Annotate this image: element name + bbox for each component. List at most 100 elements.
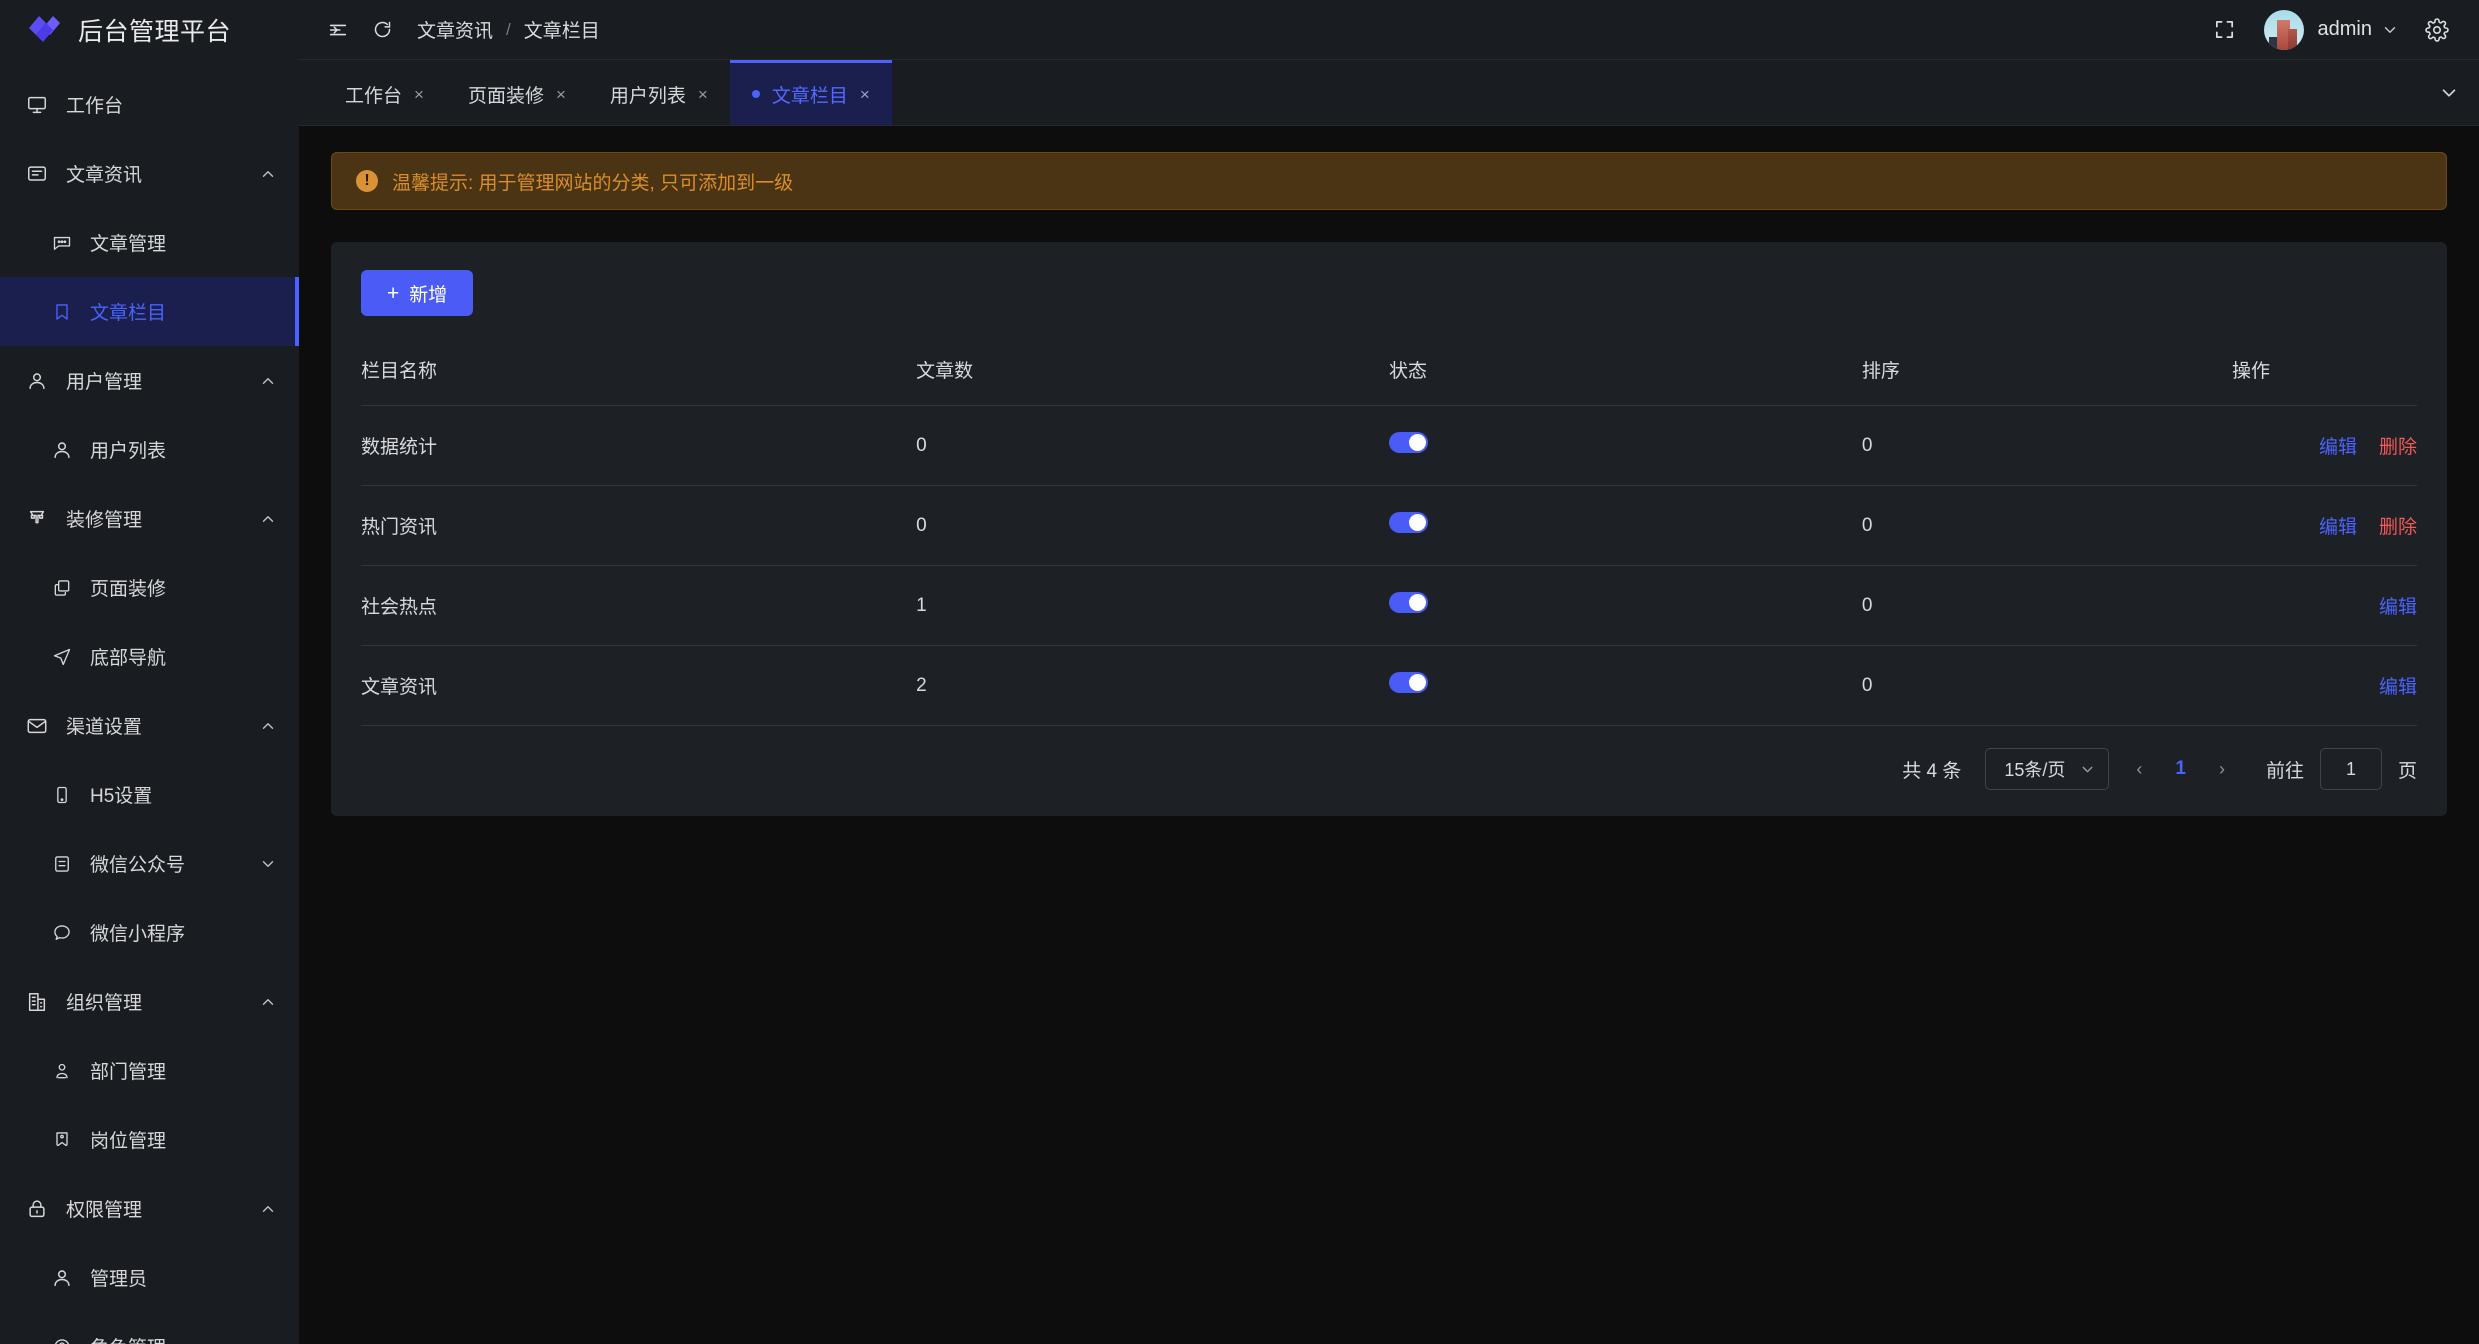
sidebar-item-12[interactable]: 微信小程序	[0, 898, 299, 967]
avatar[interactable]	[2263, 9, 2304, 50]
tab-2[interactable]: 用户列表 ×	[588, 60, 730, 125]
chevron-up-icon[interactable]	[259, 717, 277, 735]
tab-3[interactable]: 文章栏目 ×	[729, 60, 892, 125]
page-number-1[interactable]: 1	[2169, 758, 2192, 780]
column-header-order: 排序	[1861, 361, 1900, 382]
header-actions: admin	[2208, 9, 2453, 50]
chevron-down-icon[interactable]	[2419, 60, 2479, 125]
chevron-up-icon[interactable]	[259, 510, 277, 528]
status-toggle[interactable]	[1388, 672, 1428, 693]
tab-0[interactable]: 工作台 ×	[323, 60, 446, 125]
sidebar-item-label: 权限管理	[66, 1200, 143, 1221]
page-size-select[interactable]: 15条/页	[1985, 748, 2110, 790]
cell-count: 0	[916, 485, 1389, 566]
tab-close-icon[interactable]: ×	[860, 86, 870, 103]
message-square-icon	[24, 161, 50, 187]
cell-count: 1	[916, 565, 1389, 646]
status-toggle[interactable]	[1388, 592, 1428, 613]
cell-status	[1388, 645, 1862, 725]
tab-close-icon[interactable]: ×	[698, 86, 708, 103]
sidebar-item-label: H5设置	[90, 786, 153, 807]
goto-label: 前往	[2265, 760, 2304, 782]
sidebar-item-18[interactable]: 角色管理	[0, 1312, 299, 1344]
sidebar-item-3[interactable]: 文章栏目	[0, 277, 299, 346]
delete-link[interactable]: 删除	[2379, 517, 2417, 538]
tab-label: 文章栏目	[771, 85, 848, 107]
sidebar-item-4[interactable]: 用户管理	[0, 346, 299, 415]
breadcrumb-current[interactable]: 文章栏目	[524, 16, 600, 43]
cell-actions: 编辑	[2231, 565, 2417, 646]
sidebar-item-label: 用户列表	[90, 441, 167, 462]
add-button-label: 新增	[409, 284, 448, 306]
status-toggle[interactable]	[1388, 432, 1428, 453]
sidebar-item-13[interactable]: 组织管理	[0, 967, 299, 1036]
sidebar-item-10[interactable]: H5设置	[0, 760, 299, 829]
sidebar-item-label: 页面装修	[90, 579, 167, 600]
edit-link[interactable]: 编辑	[2379, 677, 2417, 698]
goto-page-input[interactable]	[2319, 748, 2382, 790]
refresh-icon[interactable]	[365, 13, 399, 47]
edit-link[interactable]: 编辑	[2319, 437, 2357, 458]
exclamation-icon: !	[356, 170, 378, 192]
sidebar-item-16[interactable]: 权限管理	[0, 1174, 299, 1243]
prev-page-button[interactable]: ‹	[2125, 752, 2153, 786]
sidebar-item-9[interactable]: 渠道设置	[0, 691, 299, 760]
brand-title: 后台管理平台	[78, 18, 232, 46]
chevron-up-icon[interactable]	[259, 1200, 277, 1218]
tab-1[interactable]: 页面装修 ×	[446, 60, 588, 125]
chevron-up-icon[interactable]	[259, 165, 277, 183]
document-icon	[50, 851, 74, 877]
add-button[interactable]: + 新增	[361, 270, 474, 316]
tab-close-icon[interactable]: ×	[556, 86, 566, 103]
brand[interactable]: 后台管理平台	[0, 0, 299, 60]
sidebar-item-5[interactable]: 用户列表	[0, 415, 299, 484]
tab-close-icon[interactable]: ×	[414, 86, 424, 103]
cell-name: 热门资讯	[361, 485, 917, 566]
fullscreen-icon[interactable]	[2208, 13, 2242, 47]
sidebar-scrollbar[interactable]	[294, 0, 299, 1344]
sidebar-item-6[interactable]: 装修管理	[0, 484, 299, 553]
user-badge-icon	[50, 1058, 74, 1084]
sidebar-item-14[interactable]: 部门管理	[0, 1036, 299, 1105]
chevron-down-icon[interactable]	[259, 855, 277, 873]
plus-icon: +	[387, 281, 400, 305]
sidebar-item-label: 部门管理	[90, 1062, 167, 1083]
delete-link[interactable]: 删除	[2379, 437, 2417, 458]
chevron-down-icon[interactable]	[2381, 21, 2399, 39]
sidebar-item-label: 渠道设置	[66, 717, 143, 738]
sidebar-item-2[interactable]: 文章管理	[0, 208, 299, 277]
next-page-button[interactable]: ›	[2208, 752, 2236, 786]
sidebar-item-11[interactable]: 微信公众号	[0, 829, 299, 898]
breadcrumb-parent[interactable]: 文章资讯	[417, 16, 493, 43]
edit-link[interactable]: 编辑	[2379, 597, 2417, 618]
user-icon	[24, 368, 50, 394]
sidebar-item-7[interactable]: 页面装修	[0, 553, 299, 622]
cell-status	[1388, 485, 1862, 566]
chevron-up-icon[interactable]	[259, 372, 277, 390]
sidebar-item-label: 文章栏目	[90, 303, 167, 324]
table-header-row: 栏目名称 文章数 状态 排序 操作	[361, 342, 2417, 406]
chevron-up-icon[interactable]	[259, 993, 277, 1011]
username-label[interactable]: admin	[2318, 18, 2372, 41]
pagination-total: 共 4 条	[1902, 760, 1962, 782]
avatar-building-mid	[2287, 28, 2297, 50]
tip-banner-text: 温馨提示: 用于管理网站的分类, 只可添加到一级	[392, 172, 794, 194]
status-toggle[interactable]	[1388, 512, 1428, 533]
sidebar-item-label: 底部导航	[90, 648, 167, 669]
cell-name: 社会热点	[361, 565, 917, 646]
column-header-status: 状态	[1388, 361, 1427, 382]
sidebar-item-15[interactable]: 岗位管理	[0, 1105, 299, 1174]
sidebar-item-1[interactable]: 文章资讯	[0, 139, 299, 208]
logo-icon	[26, 13, 64, 47]
tab-label: 用户列表	[609, 85, 686, 107]
column-header-count: 文章数	[916, 361, 974, 382]
gear-icon[interactable]	[2421, 14, 2453, 46]
edit-link[interactable]: 编辑	[2319, 517, 2357, 538]
sidebar-item-8[interactable]: 底部导航	[0, 622, 299, 691]
sidebar-item-17[interactable]: 管理员	[0, 1243, 299, 1312]
cell-order: 0	[1861, 405, 2232, 486]
sidebar-item-0[interactable]: 工作台	[0, 70, 299, 139]
menu-collapse-icon[interactable]	[321, 13, 355, 47]
mobile-icon	[50, 782, 74, 808]
tab-list: 工作台 × 页面装修 × 用户列表 × 文章栏目 ×	[323, 60, 892, 125]
